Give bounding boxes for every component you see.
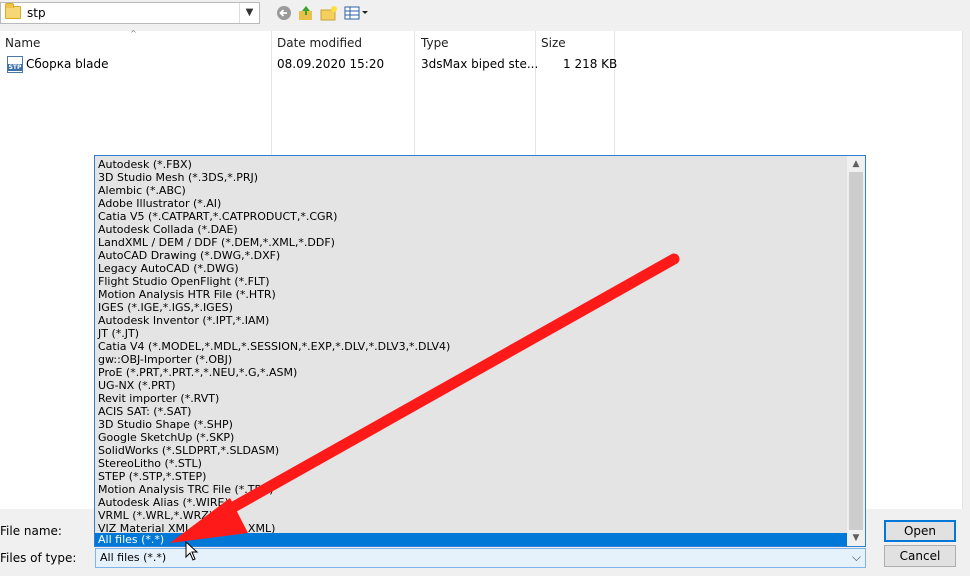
path-combobox[interactable]: stp ▼ [0,2,260,24]
sort-ascending-icon: ^ [130,29,137,38]
folder-icon [5,3,21,19]
dropdown-item[interactable]: SolidWorks (*.SLDPRT,*.SLDASM) [98,444,279,457]
dropdown-item[interactable]: UG-NX (*.PRT) [98,379,176,392]
dropdown-item[interactable]: 3D Studio Shape (*.SHP) [98,418,233,431]
new-folder-icon[interactable] [319,4,339,22]
files-of-type-value: All files (*.*) [100,551,167,564]
file-date: 08.09.2020 15:20 [277,57,385,71]
dropdown-item[interactable]: Adobe Illustrator (*.AI) [98,197,221,210]
dropdown-item[interactable]: gw::OBJ-Importer (*.OBJ) [98,353,232,366]
dropdown-item[interactable]: Autodesk (*.FBX) [98,158,192,171]
dropdown-item[interactable]: Alembic (*.ABC) [98,184,186,197]
dropdown-scroll-thumb[interactable] [849,172,863,530]
up-folder-icon[interactable] [296,4,316,22]
chevron-down-icon[interactable]: ⌵ [852,550,861,565]
cancel-button[interactable]: Cancel [884,545,956,567]
dropdown-item[interactable]: Flight Studio OpenFlight (*.FLT) [98,275,270,288]
path-text: stp [27,6,46,20]
view-menu-icon[interactable] [343,4,369,22]
dropdown-item[interactable]: Autodesk Inventor (*.IPT,*.IAM) [98,314,269,327]
dropdown-item[interactable]: VRML (*.WRL,*.WRZ) [98,509,213,522]
open-button[interactable]: Open [884,520,956,542]
column-header-date[interactable]: Date modified [277,33,362,53]
column-divider [414,31,415,155]
column-header-name[interactable]: Name [5,33,40,53]
chevron-down-icon[interactable]: ▼ [239,3,259,23]
dropdown-item[interactable]: IGES (*.IGE,*.IGS,*.IGES) [98,301,233,314]
dropdown-item[interactable]: StereoLitho (*.STL) [98,457,202,470]
dropdown-item[interactable]: LandXML / DEM / DDF (*.DEM,*.XML,*.DDF) [98,236,335,249]
dropdown-item[interactable]: ProE (*.PRT,*.PRT.*,*.NEU,*.G,*.ASM) [98,366,297,379]
file-type-dropdown-list[interactable]: Autodesk (*.FBX) 3D Studio Mesh (*.3DS,*.… [94,155,866,547]
file-name-label: File name: [0,524,62,538]
stp-file-icon[interactable]: STP [7,56,23,73]
column-divider [271,31,272,155]
dropdown-item[interactable]: Autodesk Alias (*.WIRE) [98,496,229,509]
column-header-size[interactable]: Size [541,33,566,53]
files-of-type-combobox[interactable]: All files (*.*) ⌵ [95,548,866,568]
column-divider [535,31,536,155]
dropdown-item[interactable]: STEP (*.STP,*.STEP) [98,470,206,483]
dropdown-item[interactable]: Catia V5 (*.CATPART,*.CATPRODUCT,*.CGR) [98,210,337,223]
dropdown-item[interactable]: 3D Studio Mesh (*.3DS,*.PRJ) [98,171,258,184]
dropdown-item[interactable]: Revit importer (*.RVT) [98,392,219,405]
file-size: 1 218 KB [563,57,618,71]
mouse-cursor-icon [185,541,199,561]
dropdown-item-selected[interactable]: All files (*.*) [95,533,847,546]
column-header-type[interactable]: Type [421,33,449,53]
dropdown-item[interactable]: ACIS SAT: (*.SAT) [98,405,191,418]
file-type: 3dsMax biped ste... [421,57,539,71]
file-name[interactable]: Сборка blade [26,57,108,71]
dropdown-item[interactable]: Motion Analysis TRC File (*.TRC) [98,483,274,496]
dropdown-item[interactable]: AutoCAD Drawing (*.DWG,*.DXF) [98,249,280,262]
column-divider [614,31,615,155]
scroll-up-icon[interactable]: ▲ [847,156,865,172]
dropdown-item[interactable]: Legacy AutoCAD (*.DWG) [98,262,239,275]
scroll-down-icon[interactable]: ▼ [847,530,865,546]
dropdown-item[interactable]: Google SketchUp (*.SKP) [98,431,234,444]
file-list-scrollbar[interactable] [962,31,970,509]
files-of-type-label: Files of type: [0,551,77,565]
dropdown-item[interactable]: Motion Analysis HTR File (*.HTR) [98,288,276,301]
dropdown-item[interactable]: Autodesk Collada (*.DAE) [98,223,238,236]
dropdown-item[interactable]: Catia V4 (*.MODEL,*.MDL,*.SESSION,*.EXP,… [98,340,450,353]
back-icon[interactable] [274,4,294,22]
dropdown-item[interactable]: JT (*.JT) [98,327,139,340]
